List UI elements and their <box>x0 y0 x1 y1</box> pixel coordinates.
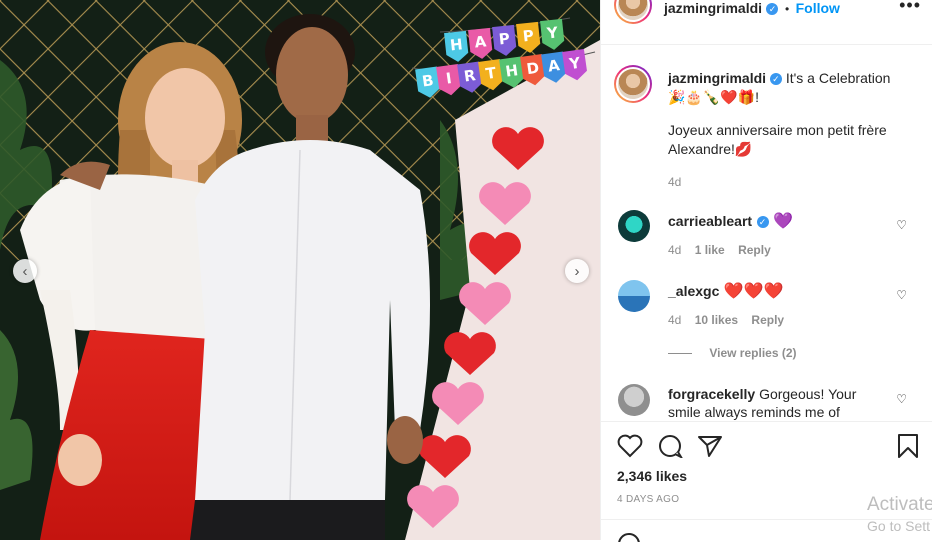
caption-emojis: 🎉🎂🍾❤️🎁! <box>668 89 760 105</box>
caption-username[interactable]: jazmingrimaldi <box>668 70 766 86</box>
like-comment-heart-icon[interactable]: ♡ <box>896 288 907 302</box>
comment-username[interactable]: _alexgc <box>668 283 719 299</box>
comment-age[interactable]: 4d <box>668 313 681 327</box>
follow-button[interactable]: Follow <box>796 0 840 16</box>
comment-item: _alexgc ❤️❤️❤️ 4d 10 likes Reply <box>668 281 784 327</box>
header-avatar[interactable] <box>614 0 652 24</box>
comment-avatar[interactable] <box>618 210 650 242</box>
header-separator: • <box>784 2 790 16</box>
windows-watermark-title: Activate <box>867 494 932 515</box>
comment-username[interactable]: forgracekelly <box>668 386 755 402</box>
likes-count[interactable]: 2,346 likes <box>617 468 687 484</box>
windows-watermark-subtitle: Go to Sett <box>867 518 931 534</box>
more-options-icon[interactable]: ••• <box>899 0 921 16</box>
post-header: jazmingrimaldi ✓ • Follow ••• <box>601 0 932 45</box>
like-comment-heart-icon[interactable]: ♡ <box>896 392 907 406</box>
comment-bubble-icon[interactable] <box>657 434 683 458</box>
reply-button[interactable]: Reply <box>751 313 784 327</box>
like-comment-heart-icon[interactable]: ♡ <box>896 218 907 232</box>
comment-avatar[interactable] <box>618 384 650 416</box>
comment-avatar[interactable] <box>618 280 650 312</box>
post-photo[interactable]: HAPPYBIRTHDAY ‹ › <box>0 0 600 540</box>
view-replies-label[interactable]: View replies (2) <box>709 346 796 360</box>
caption-line1: It's a Celebration <box>785 70 891 86</box>
banner-letter: D <box>525 59 540 79</box>
comment-item: carrieableart ✓ 💜 4d 1 like Reply <box>668 211 793 257</box>
previous-photo-button[interactable]: ‹ <box>13 259 37 283</box>
caption-avatar[interactable] <box>614 65 652 103</box>
banner-letter: P <box>498 29 511 48</box>
caption-text: Joyeux anniversaire mon petit frère Alex… <box>668 122 887 157</box>
post-timestamp[interactable]: 4 DAYS AGO <box>617 494 679 505</box>
comment-item: forgracekelly Gorgeous! Your smile alway… <box>668 385 883 421</box>
post-side-panel: jazmingrimaldi ✓ • Follow ••• jazmingrim… <box>600 0 932 542</box>
comment-username[interactable]: carrieableart <box>668 213 752 229</box>
verified-badge-icon: ✓ <box>756 215 769 228</box>
comment-text: 💜 <box>772 213 793 230</box>
reply-button[interactable]: Reply <box>738 243 771 257</box>
next-photo-button[interactable]: › <box>565 259 589 283</box>
emoji-smiley-icon[interactable] <box>617 532 641 542</box>
banner-letter: P <box>522 26 535 45</box>
share-paper-plane-icon[interactable] <box>697 434 723 458</box>
caption-age[interactable]: 4d <box>668 173 918 192</box>
view-replies[interactable]: View replies (2) <box>668 346 797 360</box>
verified-badge-icon: ✓ <box>769 73 782 86</box>
like-heart-icon[interactable] <box>617 434 643 458</box>
verified-badge-icon: ✓ <box>766 2 779 15</box>
header-username[interactable]: jazmingrimaldi <box>664 0 762 16</box>
banner-letter: H <box>504 61 519 81</box>
comment-likes[interactable]: 10 likes <box>695 313 738 327</box>
banner-letter: A <box>474 32 488 51</box>
comment-age[interactable]: 4d <box>668 243 681 257</box>
caption: jazmingrimaldi ✓ It's a Celebration 🎉🎂🍾❤… <box>668 69 918 192</box>
banner-letter: H <box>449 35 463 54</box>
comment-likes[interactable]: 1 like <box>695 243 725 257</box>
save-bookmark-icon[interactable] <box>897 433 919 459</box>
comment-text: ❤️❤️❤️ <box>723 283 784 300</box>
photo-illustration: H A P P YB I R T H D A Y <box>0 0 600 540</box>
